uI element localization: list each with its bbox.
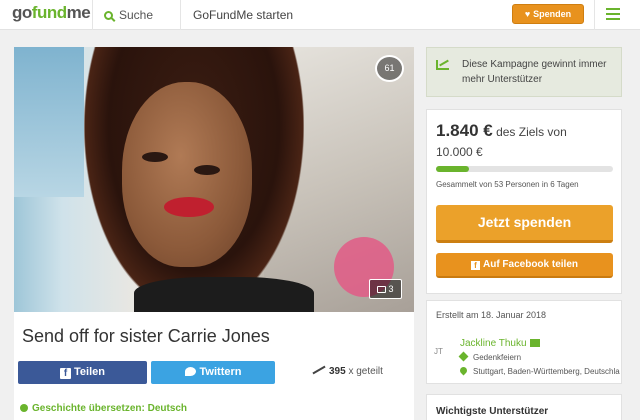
heart-count: 61 (384, 63, 395, 73)
campaign-photo[interactable] (14, 47, 414, 312)
donate-header-label: Spenden (533, 9, 572, 19)
nav-divider (180, 0, 181, 30)
twitter-bird-icon (184, 367, 196, 376)
campaign-title: Send off for sister Carrie Jones (22, 326, 270, 346)
goal-amount: 10.000 € (436, 145, 483, 159)
raised-amount: 1.840 € (436, 121, 493, 140)
nav-divider (594, 0, 595, 30)
momentum-banner: Diese Kampagne gewinnt immer mehr Unters… (426, 47, 622, 97)
progress-fill (436, 166, 469, 172)
category-line[interactable]: Gedenkfeiern (458, 351, 522, 362)
top-navigation-bar: gofundme Suche GoFundMe starten ♥ Spenden (0, 0, 640, 30)
heart-count-badge[interactable]: 61 (375, 55, 404, 82)
organizer-name[interactable]: Jackline Thuku (460, 338, 540, 349)
progress-bar (436, 166, 613, 172)
donate-header-button[interactable]: ♥ Spenden (512, 4, 584, 24)
nav-divider (92, 0, 93, 30)
collected-text: Gesammelt von 53 Personen in 6 Tagen (436, 180, 579, 189)
map-pin-icon (458, 365, 469, 376)
search-icon (104, 11, 113, 20)
facebook-icon: f (60, 368, 71, 379)
globe-icon (20, 404, 28, 412)
tag-icon (458, 351, 469, 362)
translate-story-link[interactable]: Geschichte übersetzen: Deutsch (20, 403, 187, 414)
photo-count: 3 (388, 284, 394, 294)
facebook-icon: f (470, 261, 480, 270)
organizer-panel: Erstellt am 18. Januar 2018 JT Jackline … (426, 300, 622, 384)
share-count: 395 x geteilt (312, 366, 383, 377)
avatar: JT (434, 347, 443, 356)
momentum-text: Diese Kampagne gewinnt immer mehr Unters… (462, 59, 607, 85)
donate-now-button[interactable]: Jetzt spenden (436, 205, 613, 243)
heart-icon: ♥ (524, 9, 531, 19)
location-line: Stuttgart, Baden-Württemberg, Deutschla (458, 365, 620, 376)
twitter-share-button[interactable]: Twittern (151, 361, 275, 384)
category-label: Gedenkfeiern (473, 353, 522, 362)
twitter-share-label: Twittern (199, 366, 242, 378)
photo-gallery-button[interactable]: 3 (369, 279, 402, 299)
facebook-share-sidebar-button[interactable]: f Auf Facebook teilen (436, 253, 613, 278)
top-supporters-panel: Wichtigste Unterstützer (426, 394, 622, 420)
raised-suffix: des Ziels von (492, 125, 567, 139)
top-supporters-heading: Wichtigste Unterstützer (436, 406, 549, 417)
location-label: Stuttgart, Baden-Württemberg, Deutschla (473, 367, 620, 376)
hamburger-menu-icon[interactable] (606, 8, 620, 21)
campaign-title-panel: Send off for sister Carrie Jones f Teilen… (14, 312, 414, 420)
created-date: Erstellt am 18. Januar 2018 (436, 310, 547, 320)
donation-card: 1.840 € des Ziels von 10.000 € Gesammelt … (426, 109, 622, 294)
start-campaign-link[interactable]: GoFundMe starten (193, 8, 293, 22)
gofundme-logo[interactable]: gofundme (12, 3, 91, 23)
search-label: Suche (119, 8, 154, 22)
facebook-share-label: Teilen (74, 366, 105, 378)
raised-summary: 1.840 € des Ziels von 10.000 € (436, 121, 616, 162)
envelope-icon[interactable] (529, 339, 540, 347)
search-link[interactable]: Suche (104, 8, 153, 22)
trending-icon (312, 366, 326, 374)
chart-trend-icon (436, 60, 449, 70)
camera-icon (377, 286, 387, 293)
facebook-share-button[interactable]: f Teilen (18, 361, 147, 384)
